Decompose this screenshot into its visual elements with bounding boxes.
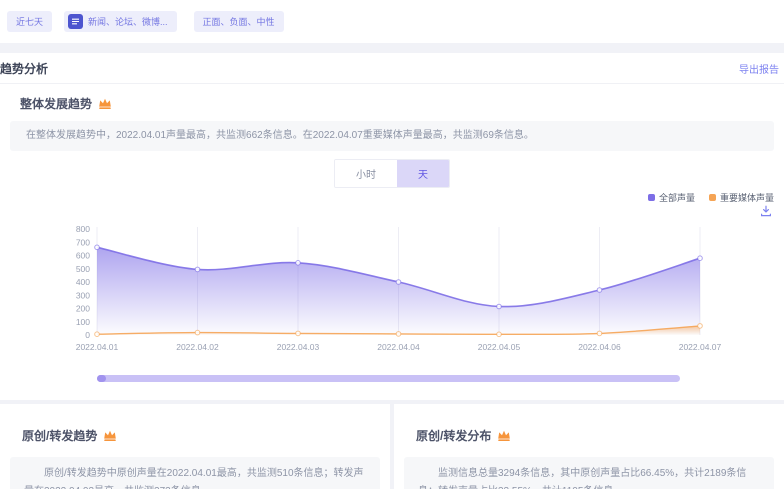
filter-chip-channels-label: 新闻、论坛、微博... (88, 15, 168, 28)
x-axis-label: 2022.04.04 (377, 342, 420, 352)
data-point (497, 304, 502, 309)
screen: 近七天 新闻、论坛、微博... 正面、负面、中性 趋势分析 导出报告 整体发展趋… (0, 0, 784, 489)
card-header: 趋势分析 导出报告 (0, 53, 784, 84)
x-axis-label: 2022.04.01 (76, 342, 119, 352)
data-point (698, 256, 703, 261)
y-axis-label: 700 (76, 237, 90, 247)
x-axis-label: 2022.04.07 (679, 342, 722, 352)
filter-chip-channels[interactable]: 新闻、论坛、微博... (64, 11, 177, 32)
y-axis-label: 200 (76, 304, 90, 314)
y-axis-label: 0 (85, 330, 90, 340)
original-forward-trend-title: 原创/转发趋势 (22, 427, 97, 444)
original-forward-trend-card: 原创/转发趋势 原创/转发趋势中原创声量在2022.04.01最高，共监测510… (0, 404, 390, 489)
y-axis-label: 300 (76, 290, 90, 300)
original-forward-distribution-card: 原创/转发分布 监测信息总量3294条信息，其中原创声量占比66.45%，共计2… (394, 404, 784, 489)
overall-trend-section-header: 整体发展趋势 (0, 84, 784, 112)
toggle-option-day[interactable]: 天 (397, 160, 449, 187)
card-title-row: 原创/转发趋势 (0, 416, 390, 444)
data-point (698, 324, 703, 329)
granularity-toggle: 小时 天 (334, 159, 450, 188)
granularity-toggle-row: 小时 天 (0, 159, 784, 188)
data-point (597, 288, 602, 293)
legend-label: 全部声量 (659, 191, 695, 204)
filter-chip-sentiments[interactable]: 正面、负面、中性 (194, 11, 284, 32)
x-axis-label: 2022.04.05 (478, 342, 521, 352)
overall-trend-title: 整体发展趋势 (20, 95, 92, 112)
original-forward-trend-summary: 原创/转发趋势中原创声量在2022.04.01最高，共监测510条信息；转发声量… (10, 457, 380, 489)
bottom-cards-row: 原创/转发趋势 原创/转发趋势中原创声量在2022.04.01最高，共监测510… (0, 404, 784, 489)
crown-icon (497, 429, 511, 442)
data-point (597, 331, 602, 336)
y-axis-label: 400 (76, 277, 90, 287)
toggle-option-hour[interactable]: 小时 (335, 160, 397, 187)
legend-item-0[interactable]: 全部声量 (648, 191, 695, 204)
legend-marker-icon (648, 194, 655, 201)
trend-analysis-card: 趋势分析 导出报告 整体发展趋势 在整体发展趋势中，2022.04.01声量最高… (0, 53, 784, 400)
filter-chip-date-range[interactable]: 近七天 (7, 11, 52, 32)
data-point (195, 330, 200, 335)
filter-bar: 近七天 新闻、论坛、微博... 正面、负面、中性 (0, 0, 784, 43)
crown-icon (98, 97, 112, 110)
legend-item-1[interactable]: 重要媒体声量 (709, 191, 774, 204)
legend-marker-icon (709, 194, 716, 201)
overall-trend-summary: 在整体发展趋势中，2022.04.01声量最高，共监测662条信息。在2022.… (10, 121, 774, 151)
x-axis-label: 2022.04.03 (277, 342, 320, 352)
chart-legend: 全部声量 重要媒体声量 (0, 191, 784, 204)
y-axis-label: 100 (76, 317, 90, 327)
original-forward-distribution-title: 原创/转发分布 (416, 427, 491, 444)
datazoom-handle[interactable] (97, 375, 106, 382)
export-report-link[interactable]: 导出报告 (739, 61, 779, 76)
data-point (296, 331, 301, 336)
download-icon[interactable] (760, 205, 772, 217)
data-point (396, 280, 401, 285)
x-axis-label: 2022.04.06 (578, 342, 621, 352)
card-title-row: 原创/转发分布 (394, 416, 784, 444)
legend-label: 重要媒体声量 (720, 191, 774, 204)
data-point (95, 245, 100, 250)
crown-icon (103, 429, 117, 442)
data-point (396, 332, 401, 337)
data-point (195, 267, 200, 272)
original-forward-distribution-summary: 监测信息总量3294条信息，其中原创声量占比66.45%，共计2189条信息；转… (404, 457, 774, 489)
data-point (296, 261, 301, 266)
y-axis-label: 500 (76, 264, 90, 274)
channels-icon (68, 14, 83, 29)
y-axis-label: 800 (76, 224, 90, 234)
trend-area-chart: 0 100 200 300 400 500 600 700 800 2022.04.01 2022.… (0, 217, 784, 363)
x-axis-label: 2022.04.02 (176, 342, 219, 352)
y-axis-label: 600 (76, 251, 90, 261)
page-title: 趋势分析 (0, 60, 48, 77)
chart-download-row (0, 205, 784, 217)
datazoom-scrollbar[interactable] (97, 375, 680, 382)
data-point (95, 332, 100, 337)
data-point (497, 332, 502, 337)
